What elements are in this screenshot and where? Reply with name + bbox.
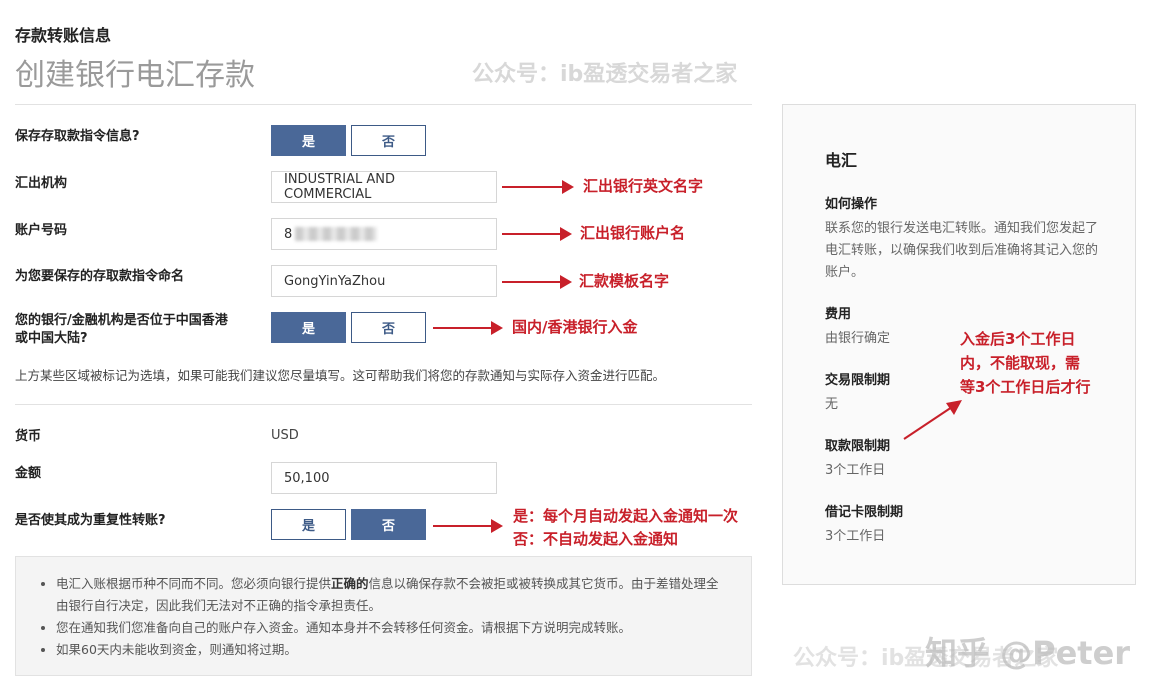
- annotation-text: 等3个工作日后才行: [960, 378, 1091, 396]
- recurring-yes-button[interactable]: 是: [271, 509, 346, 540]
- save-instruction-no-button[interactable]: 否: [351, 125, 426, 156]
- notice-item: 如果60天内未能收到资金，则通知将过期。: [56, 639, 731, 661]
- page-title: 创建银行电汇存款: [15, 58, 255, 93]
- annotation-text: 汇出银行账户名: [580, 224, 686, 242]
- annotation-text: 入金后3个工作日: [960, 330, 1076, 348]
- section-title: 存款转账信息: [15, 26, 112, 45]
- annotation-text: 汇款模板名字: [579, 272, 670, 290]
- hk-mainland-no-button[interactable]: 否: [351, 312, 426, 343]
- annotation-text: 汇出银行英文名字: [583, 177, 704, 195]
- currency-label: 货币: [15, 429, 42, 444]
- notice-item: 电汇入账根据币种不同而不同。您必须向银行提供正确的信息以确保存款不会被拒或被转换…: [56, 573, 731, 617]
- annotation-arrow: [502, 180, 574, 194]
- account-label: 账户号码: [15, 223, 68, 238]
- hk-mainland-yes-button[interactable]: 是: [271, 312, 346, 343]
- amount-label: 金额: [15, 466, 42, 481]
- annotation-arrow: [502, 275, 572, 289]
- recurring-label: 是否使其成为重复性转账?: [15, 513, 166, 528]
- annotation-text: 内，不能取现，需: [960, 354, 1081, 372]
- instruction-name-label: 为您要保存的存取款指令命名: [15, 269, 185, 284]
- wire-info-panel: 电汇 如何操作 联系您的银行发送电汇转账。通知我们您发起了电汇转账，以确保我们收到…: [782, 104, 1136, 585]
- annotation-text: 否：不自动发起入金通知: [513, 530, 679, 548]
- watermark-zhihu: 知乎 @Peter: [925, 634, 1131, 672]
- divider: [15, 404, 752, 405]
- hk-mainland-label: 您的银行/金融机构是否位于中国香港或中国大陆?: [15, 313, 228, 346]
- account-input[interactable]: 8: [271, 218, 497, 250]
- annotation-arrow: [502, 227, 572, 241]
- save-instruction-yes-button[interactable]: 是: [271, 125, 346, 156]
- panel-section-debit-hold: 借记卡限制期 3个工作日: [825, 505, 904, 544]
- currency-value: USD: [271, 428, 299, 443]
- optional-fields-note: 上方某些区域被标记为选填，如果可能我们建议您尽量填写。这可帮助我们将您的存款通知…: [15, 368, 666, 383]
- divider: [15, 104, 752, 105]
- institution-label: 汇出机构: [15, 176, 68, 191]
- amount-input[interactable]: 50,100: [271, 462, 497, 494]
- recurring-no-button[interactable]: 否: [351, 509, 426, 540]
- account-value: 8: [284, 226, 293, 242]
- notice-box: 电汇入账根据币种不同而不同。您必须向银行提供正确的信息以确保存款不会被拒或被转换…: [15, 556, 752, 676]
- save-instruction-label: 保存存取款指令信息?: [15, 129, 140, 144]
- watermark-top: 公众号：ib盈透交易者之家: [472, 62, 738, 87]
- notice-item: 您在通知我们您准备向自己的账户存入资金。通知本身并不会转移任何资金。请根据下方说…: [56, 617, 731, 639]
- institution-input[interactable]: INDUSTRIAL AND COMMERCIAL: [271, 171, 497, 203]
- panel-title: 电汇: [825, 151, 858, 170]
- redacted-blur: [295, 227, 378, 241]
- annotation-text: 国内/香港银行入金: [512, 318, 638, 336]
- annotation-text: 是：每个月自动发起入金通知一次: [513, 507, 739, 525]
- panel-section-how: 如何操作 联系您的银行发送电汇转账。通知我们您发起了电汇转账，以确保我们收到后准确…: [825, 197, 1099, 280]
- instruction-name-input[interactable]: GongYinYaZhou: [271, 265, 497, 297]
- annotation-arrow: [903, 400, 962, 440]
- annotation-arrow: [433, 321, 503, 335]
- annotation-arrow: [433, 519, 503, 533]
